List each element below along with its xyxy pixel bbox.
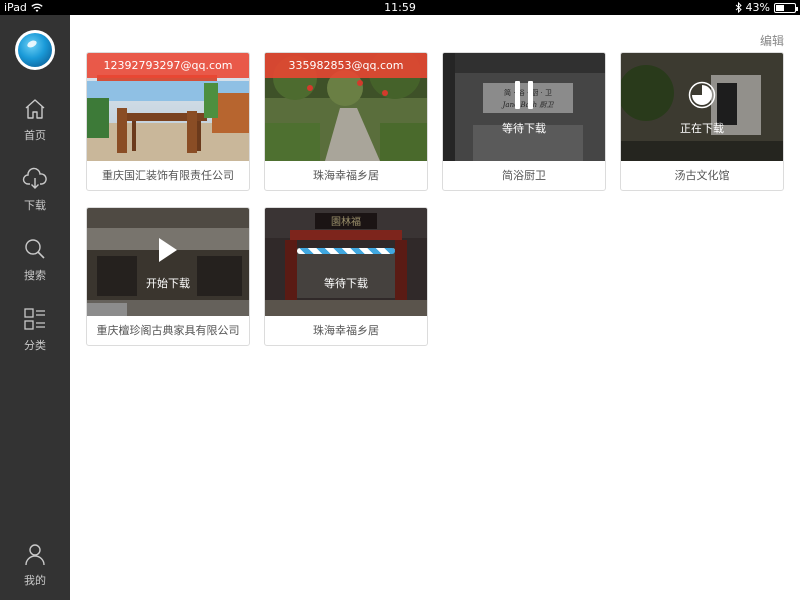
play-icon[interactable] — [159, 238, 177, 262]
download-status: 等待下载 — [502, 122, 546, 135]
project-card[interactable]: 園林福 等待下载 珠海幸福乡居 — [264, 207, 428, 346]
download-icon — [22, 167, 47, 189]
sidebar-item-search[interactable]: 搜索 — [0, 237, 70, 297]
project-title: 重庆国汇装饰有限责任公司 — [102, 169, 234, 182]
project-title: 简浴厨卫 — [502, 169, 546, 182]
project-title: 珠海幸福乡居 — [313, 169, 379, 182]
project-thumbnail[interactable]: 简 · 浴 · 厨 · 卫 Jane Bath 厨卫 等待下载 — [443, 53, 605, 161]
project-thumbnail[interactable]: 12392793297@qq.com — [87, 53, 249, 161]
project-title: 珠海幸福乡居 — [313, 324, 379, 337]
download-status: 等待下载 — [324, 277, 368, 290]
home-icon — [25, 99, 45, 119]
sidebar-item-label: 我的 — [24, 574, 46, 587]
status-bar: iPad 11:59 43% — [0, 0, 800, 15]
project-thumbnail[interactable]: 正在下载 — [621, 53, 783, 161]
contact-email-banner: 12392793297@qq.com — [87, 53, 249, 78]
project-card[interactable]: 开始下载 重庆檀珍阁古典家具有限公司 — [86, 207, 250, 346]
category-icon — [24, 308, 45, 330]
sidebar-item-label: 首页 — [24, 129, 46, 142]
search-icon — [25, 239, 45, 259]
battery-level — [776, 5, 784, 11]
bluetooth-icon — [735, 2, 742, 13]
project-card[interactable]: 12392793297@qq.com 重庆国汇装饰有限责任公司 — [86, 52, 250, 191]
sidebar-item-home[interactable]: 首页 — [0, 97, 70, 157]
sidebar-item-label: 下载 — [24, 199, 46, 212]
sidebar-item-category[interactable]: 分类 — [0, 307, 70, 367]
clock: 11:59 — [384, 1, 416, 14]
battery-icon — [774, 3, 798, 13]
sidebar-item-label: 分类 — [24, 339, 46, 352]
project-thumbnail[interactable]: 开始下载 — [87, 208, 249, 316]
battery-percent: 43% — [745, 1, 770, 14]
project-title: 重庆檀珍阁古典家具有限公司 — [96, 324, 240, 337]
download-overlay — [87, 208, 249, 316]
project-card[interactable]: 335982853@qq.com 珠海幸福乡居 — [264, 52, 428, 191]
user-icon — [25, 544, 45, 566]
pause-icon[interactable] — [513, 81, 535, 109]
sidebar: 首页 下载 搜索 分类 我的 — [0, 15, 70, 600]
progress-pie-icon[interactable] — [688, 81, 716, 109]
sidebar-item-download[interactable]: 下载 — [0, 167, 70, 227]
download-progress-bar — [297, 248, 395, 254]
edit-button[interactable]: 编辑 — [760, 32, 784, 49]
sidebar-item-label: 搜索 — [24, 269, 46, 282]
sidebar-item-profile[interactable]: 我的 — [0, 542, 70, 600]
download-overlay — [265, 208, 427, 316]
project-card[interactable]: 简 · 浴 · 厨 · 卫 Jane Bath 厨卫 等待下载 简浴厨卫 — [442, 52, 606, 191]
main-content: 编辑 12392793297@qq.com 重庆国汇装饰有限责任公司 33598… — [70, 15, 800, 600]
contact-email-banner: 335982853@qq.com — [265, 53, 427, 78]
project-thumbnail[interactable]: 335982853@qq.com — [265, 53, 427, 161]
app-logo[interactable] — [15, 30, 55, 70]
download-status: 开始下载 — [146, 277, 190, 290]
project-card[interactable]: 正在下载 汤古文化馆 — [620, 52, 784, 191]
project-title: 汤古文化馆 — [674, 169, 730, 182]
project-thumbnail[interactable]: 園林福 等待下载 — [265, 208, 427, 316]
logo-icon — [18, 33, 52, 67]
download-status: 正在下载 — [680, 122, 724, 135]
